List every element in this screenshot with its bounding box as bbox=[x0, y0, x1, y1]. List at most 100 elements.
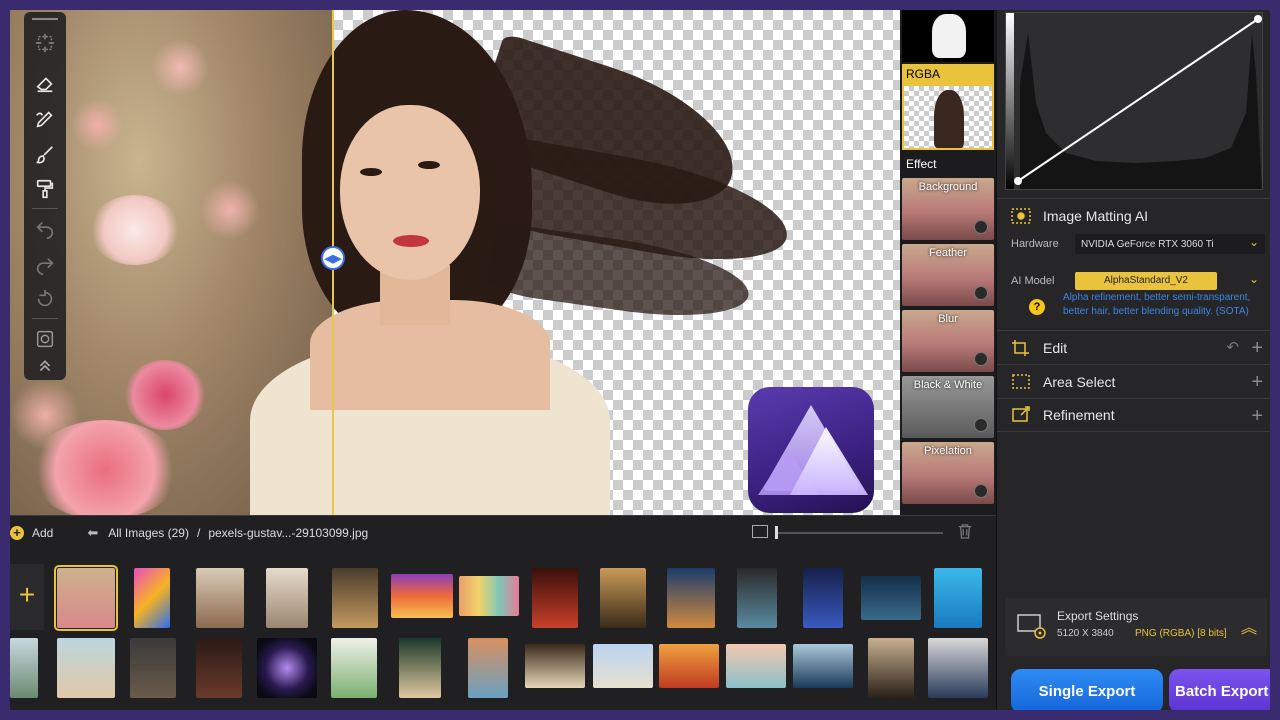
image-thumbnail[interactable] bbox=[525, 644, 585, 688]
effect-blur[interactable]: Blur bbox=[902, 310, 994, 372]
refinement-title: Refinement bbox=[1043, 407, 1115, 423]
flower-decoration bbox=[125, 360, 205, 430]
rgba-preview[interactable] bbox=[902, 84, 994, 150]
image-thumbnail[interactable] bbox=[737, 568, 777, 628]
matting-icon bbox=[1011, 207, 1031, 224]
image-thumbnail[interactable] bbox=[861, 576, 921, 620]
image-thumbnail[interactable] bbox=[593, 644, 653, 688]
back-arrow-icon[interactable]: ⬅ bbox=[87, 525, 98, 541]
flower-decoration bbox=[200, 180, 260, 240]
add-edit-icon[interactable]: + bbox=[1251, 337, 1263, 360]
thumbnail-size-slider[interactable] bbox=[775, 532, 943, 534]
export-settings-title: Export Settings bbox=[1057, 609, 1139, 623]
effect-pixelation[interactable]: Pixelation bbox=[902, 442, 994, 504]
undo-icon[interactable]: ↶ bbox=[1226, 338, 1239, 356]
ai-model-select[interactable]: AlphaStandard_V2 ⌄ bbox=[1075, 271, 1265, 291]
chevron-down-icon: ⌄ bbox=[1248, 235, 1259, 249]
area-select-icon bbox=[1012, 373, 1030, 389]
image-thumbnail[interactable] bbox=[391, 574, 453, 618]
trash-icon[interactable] bbox=[958, 523, 972, 542]
reset-icon[interactable] bbox=[29, 284, 61, 314]
image-thumbnail[interactable] bbox=[532, 568, 578, 628]
mask-preview[interactable] bbox=[902, 10, 994, 62]
flower-decoration bbox=[150, 40, 210, 95]
all-images-link[interactable]: All Images (29) bbox=[108, 526, 189, 540]
image-thumbnail[interactable] bbox=[196, 568, 244, 628]
subject-eye bbox=[360, 168, 382, 176]
image-thumbnail[interactable] bbox=[928, 638, 988, 698]
undo-icon[interactable] bbox=[29, 214, 61, 244]
image-thumbnail[interactable] bbox=[659, 644, 719, 688]
image-canvas[interactable]: ◀▶ bbox=[10, 10, 900, 515]
brush-icon[interactable] bbox=[29, 140, 61, 170]
single-export-button[interactable]: Single Export bbox=[1011, 669, 1163, 710]
collapse-icon[interactable] bbox=[29, 354, 61, 376]
current-filename: pexels-gustav...-29103099.jpg bbox=[208, 526, 369, 540]
eraser-icon[interactable] bbox=[29, 68, 61, 98]
add-refinement-icon[interactable]: + bbox=[1251, 405, 1263, 428]
effect-feather[interactable]: Feather bbox=[902, 244, 994, 306]
image-thumbnail[interactable] bbox=[459, 576, 519, 616]
batch-export-button[interactable]: Batch Export bbox=[1169, 669, 1270, 710]
add-area-icon[interactable]: + bbox=[1251, 371, 1263, 394]
refinement-icon bbox=[1012, 406, 1030, 422]
levels-curve[interactable] bbox=[1005, 12, 1263, 190]
edit-section[interactable]: Edit ↶ + bbox=[997, 330, 1270, 364]
thumbnail-size-icon[interactable] bbox=[752, 525, 768, 538]
image-thumbnail[interactable] bbox=[130, 638, 176, 698]
image-thumbnail[interactable] bbox=[726, 644, 786, 688]
image-thumbnail[interactable] bbox=[803, 568, 843, 628]
subject-face bbox=[340, 105, 480, 280]
image-thumbnail[interactable] bbox=[468, 638, 508, 698]
effect-label: Black & White bbox=[913, 379, 983, 391]
image-thumbnail[interactable] bbox=[600, 568, 646, 628]
export-size: 5120 X 3840 bbox=[1057, 628, 1114, 639]
effect-background[interactable]: Background bbox=[902, 178, 994, 240]
help-icon[interactable]: ? bbox=[1029, 299, 1045, 315]
effect-header: Effect bbox=[906, 157, 937, 171]
area-select-section[interactable]: Area Select + bbox=[997, 364, 1270, 398]
effect-toggle[interactable] bbox=[974, 286, 988, 300]
export-format: PNG (RGBA) [8 bits] bbox=[1135, 628, 1227, 639]
image-thumbnail[interactable] bbox=[57, 638, 115, 698]
image-thumbnail[interactable] bbox=[332, 568, 378, 628]
subject-lips bbox=[393, 235, 429, 247]
effect-toggle[interactable] bbox=[974, 418, 988, 432]
refinement-section[interactable]: Refinement + bbox=[997, 398, 1270, 432]
roller-icon[interactable] bbox=[29, 174, 61, 204]
image-thumbnail[interactable] bbox=[399, 638, 441, 698]
path-separator: / bbox=[196, 526, 201, 540]
image-thumbnail[interactable] bbox=[134, 568, 170, 628]
redo-icon[interactable] bbox=[29, 250, 61, 280]
effect-toggle[interactable] bbox=[974, 352, 988, 366]
image-thumbnail[interactable] bbox=[10, 638, 38, 698]
image-thumbnail[interactable] bbox=[793, 644, 853, 688]
image-thumbnail[interactable] bbox=[331, 638, 377, 698]
add-icon[interactable]: + bbox=[10, 526, 24, 540]
flower-decoration bbox=[90, 195, 180, 265]
slider-handle[interactable] bbox=[775, 526, 778, 539]
image-thumbnail[interactable] bbox=[196, 638, 242, 698]
move-icon[interactable] bbox=[29, 28, 61, 58]
add-button[interactable]: Add bbox=[32, 526, 53, 540]
image-thumbnail[interactable] bbox=[54, 565, 118, 631]
hardware-select[interactable]: NVIDIA GeForce RTX 3060 Ti ⌄ bbox=[1075, 234, 1265, 254]
expand-up-icon[interactable]: ︽ bbox=[1241, 614, 1257, 638]
pen-icon[interactable] bbox=[29, 104, 61, 134]
image-thumbnail[interactable] bbox=[934, 568, 982, 628]
export-settings[interactable]: Export Settings 5120 X 3840 PNG (RGBA) [… bbox=[1005, 598, 1267, 656]
rgba-label: RGBA bbox=[902, 64, 994, 84]
compare-split-handle[interactable]: ◀▶ bbox=[321, 246, 345, 270]
add-image-tile[interactable]: + bbox=[10, 564, 44, 630]
effect-toggle[interactable] bbox=[974, 220, 988, 234]
flower-decoration bbox=[10, 380, 80, 450]
effect-black-white[interactable]: Black & White bbox=[902, 376, 994, 438]
image-thumbnail[interactable] bbox=[667, 568, 715, 628]
image-thumbnail[interactable] bbox=[257, 638, 317, 698]
layer-effect-panel: RGBA Effect Background Feather Blur Blac… bbox=[900, 10, 996, 515]
effect-toggle[interactable] bbox=[974, 484, 988, 498]
image-matting-section[interactable]: Image Matting AI bbox=[997, 198, 1270, 232]
image-thumbnail[interactable] bbox=[266, 568, 308, 628]
mask-icon[interactable] bbox=[29, 324, 61, 354]
image-thumbnail[interactable] bbox=[868, 638, 914, 698]
